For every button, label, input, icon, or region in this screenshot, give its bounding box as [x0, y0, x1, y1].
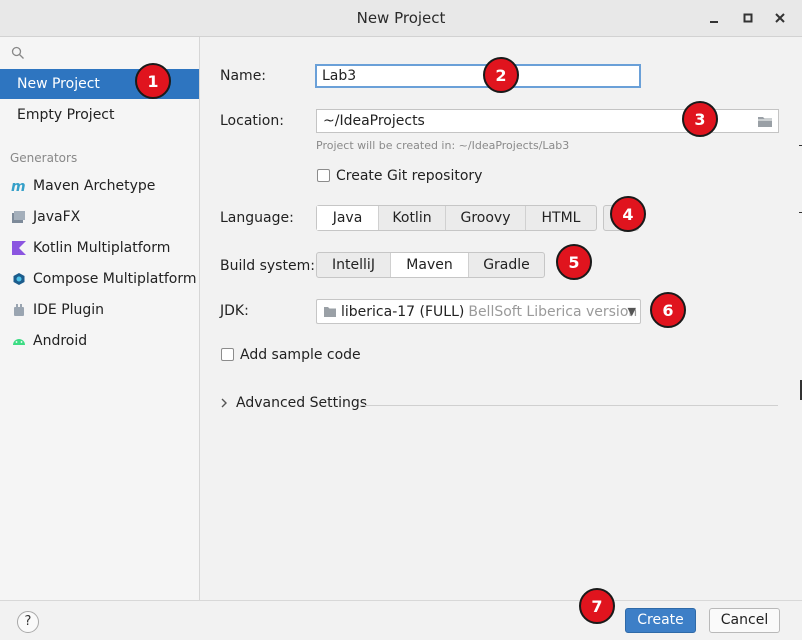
location-value: ~/IdeaProjects	[323, 113, 425, 129]
callout-marker-6: 6	[650, 292, 686, 328]
language-option-kotlin[interactable]: Kotlin	[379, 206, 446, 230]
generator-ide-plugin[interactable]: IDE Plugin	[10, 298, 104, 322]
generator-compose-multiplatform[interactable]: Compose Multiplatform	[10, 267, 197, 291]
git-checkbox[interactable]	[317, 169, 330, 182]
jdk-dropdown[interactable]: liberica-17 (FULL) BellSoft Liberica ver…	[316, 299, 641, 324]
jdk-folder-icon	[324, 306, 336, 317]
help-button[interactable]: ?	[17, 611, 39, 633]
generator-label: Compose Multiplatform	[33, 271, 197, 287]
cancel-button[interactable]: Cancel	[709, 608, 780, 633]
callout-marker-1: 1	[135, 63, 171, 99]
build-system-label: Build system:	[220, 258, 315, 274]
minimize-icon	[710, 21, 718, 23]
generator-android[interactable]: Android	[10, 329, 87, 353]
window-title: New Project	[356, 9, 446, 27]
build-system-selector: IntelliJ Maven Gradle	[316, 252, 545, 278]
advanced-settings-label: Advanced Settings	[236, 395, 368, 411]
generator-kotlin-multiplatform[interactable]: Kotlin Multiplatform	[10, 236, 170, 260]
folder-icon[interactable]	[757, 115, 773, 128]
maven-icon: m	[10, 178, 28, 194]
build-option-intellij[interactable]: IntelliJ	[317, 253, 391, 277]
sample-code-label[interactable]: Add sample code	[240, 347, 361, 363]
minimize-button[interactable]	[707, 11, 721, 25]
dialog-footer: ? Create Cancel	[0, 600, 802, 640]
generator-maven-archetype[interactable]: m Maven Archetype	[10, 174, 155, 198]
compose-icon	[10, 271, 28, 287]
location-hint: Project will be created in: ~/IdeaProjec…	[316, 139, 570, 152]
language-option-java[interactable]: Java	[317, 206, 379, 230]
name-field[interactable]: Lab3	[315, 64, 641, 88]
svg-text:m: m	[11, 179, 26, 193]
plugin-icon	[10, 302, 28, 318]
callout-marker-4: 4	[610, 196, 646, 232]
jdk-label: JDK:	[220, 303, 249, 319]
build-option-gradle[interactable]: Gradle	[469, 253, 544, 277]
language-option-groovy[interactable]: Groovy	[446, 206, 526, 230]
callout-marker-5: 5	[556, 244, 592, 280]
advanced-separator	[360, 405, 778, 406]
chevron-right-icon	[221, 398, 227, 408]
search-icon[interactable]	[11, 46, 25, 60]
generator-javafx[interactable]: JavaFX	[10, 205, 80, 229]
callout-marker-3: 3	[682, 101, 718, 137]
create-button[interactable]: Create	[625, 608, 696, 633]
generator-label: Maven Archetype	[33, 178, 156, 194]
javafx-icon	[10, 209, 28, 225]
advanced-settings-toggle[interactable]: Advanced Settings	[220, 395, 367, 411]
callout-marker-7: 7	[579, 588, 615, 624]
jdk-value: liberica-17 (FULL)	[341, 303, 465, 320]
language-label: Language:	[220, 210, 294, 226]
build-option-maven[interactable]: Maven	[391, 253, 469, 277]
generator-label: JavaFX	[33, 209, 81, 225]
close-icon	[775, 13, 785, 23]
generator-label: Kotlin Multiplatform	[33, 240, 171, 256]
name-label: Name:	[220, 68, 267, 84]
sample-code-checkbox[interactable]	[221, 348, 234, 361]
git-checkbox-label[interactable]: Create Git repository	[336, 168, 482, 184]
location-label: Location:	[220, 113, 284, 129]
jdk-detail: BellSoft Liberica version	[468, 303, 638, 320]
title-bar: New Project	[0, 0, 802, 37]
android-icon	[10, 333, 28, 349]
maximize-icon	[743, 13, 753, 23]
generators-heading: Generators	[10, 151, 78, 165]
kotlin-icon	[10, 240, 28, 256]
close-button[interactable]	[773, 11, 787, 25]
generator-label: Android	[33, 333, 88, 349]
chevron-down-icon: ▼	[627, 305, 636, 318]
sidebar-item-empty-project[interactable]: Empty Project	[0, 100, 199, 130]
maximize-button[interactable]	[741, 11, 755, 25]
language-selector: Java Kotlin Groovy HTML	[316, 205, 597, 231]
language-option-html[interactable]: HTML	[526, 206, 596, 230]
callout-marker-2: 2	[483, 57, 519, 93]
sidebar: New Project Empty Project Generators m M…	[0, 37, 200, 600]
generator-label: IDE Plugin	[33, 302, 105, 318]
